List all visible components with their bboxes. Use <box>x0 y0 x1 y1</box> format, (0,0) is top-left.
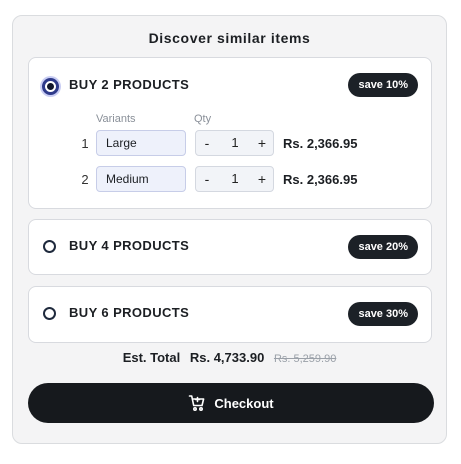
variant-select[interactable]: Medium <box>96 166 186 192</box>
variants-column-header: Variants <box>96 113 136 125</box>
decrement-button[interactable]: - <box>196 167 218 191</box>
bundle-option-buy-2[interactable]: BUY 2 PRODUCTS save 10% Variants Qty 1 L… <box>28 57 432 209</box>
variant-select[interactable]: Large <box>96 130 186 156</box>
total-value: Rs. 4,733.90 <box>189 350 265 365</box>
quantity-value[interactable]: 1 <box>221 131 249 155</box>
total-label: Est. Total <box>122 350 181 365</box>
bundle-widget: Discover similar items BUY 2 PRODUCTS sa… <box>12 15 447 444</box>
decrement-button[interactable]: - <box>196 131 218 155</box>
original-total: Rs. 5,259.90 <box>273 353 337 365</box>
bundle-option-buy-6[interactable]: BUY 6 PRODUCTS save 30% <box>28 286 432 343</box>
cart-icon <box>188 394 206 412</box>
radio-selected-icon[interactable] <box>42 78 59 95</box>
item-price: Rs. 2,366.95 <box>283 172 358 187</box>
quantity-stepper: - 1 + <box>195 166 274 192</box>
qty-column-header: Qty <box>194 113 212 125</box>
item-index: 2 <box>81 172 89 187</box>
save-badge: save 10% <box>348 73 418 97</box>
quantity-stepper: - 1 + <box>195 130 274 156</box>
estimated-total: Est. Total Rs. 4,733.90 Rs. 5,259.90 <box>13 350 446 365</box>
checkout-button[interactable]: Checkout <box>28 383 434 423</box>
radio-unselected-icon[interactable] <box>43 307 56 320</box>
save-badge: save 20% <box>348 235 418 259</box>
radio-unselected-icon[interactable] <box>43 240 56 253</box>
save-badge: save 30% <box>348 302 418 326</box>
widget-title: Discover similar items <box>148 30 311 46</box>
increment-button[interactable]: + <box>251 131 273 155</box>
item-index: 1 <box>81 136 89 151</box>
bundle-label: BUY 2 PRODUCTS <box>69 77 190 92</box>
checkout-label: Checkout <box>214 395 274 411</box>
item-price: Rs. 2,366.95 <box>283 136 358 151</box>
quantity-value[interactable]: 1 <box>221 167 249 191</box>
bundle-label: BUY 4 PRODUCTS <box>69 238 190 253</box>
bundle-label: BUY 6 PRODUCTS <box>69 305 190 320</box>
increment-button[interactable]: + <box>251 167 273 191</box>
bundle-option-buy-4[interactable]: BUY 4 PRODUCTS save 20% <box>28 219 432 275</box>
